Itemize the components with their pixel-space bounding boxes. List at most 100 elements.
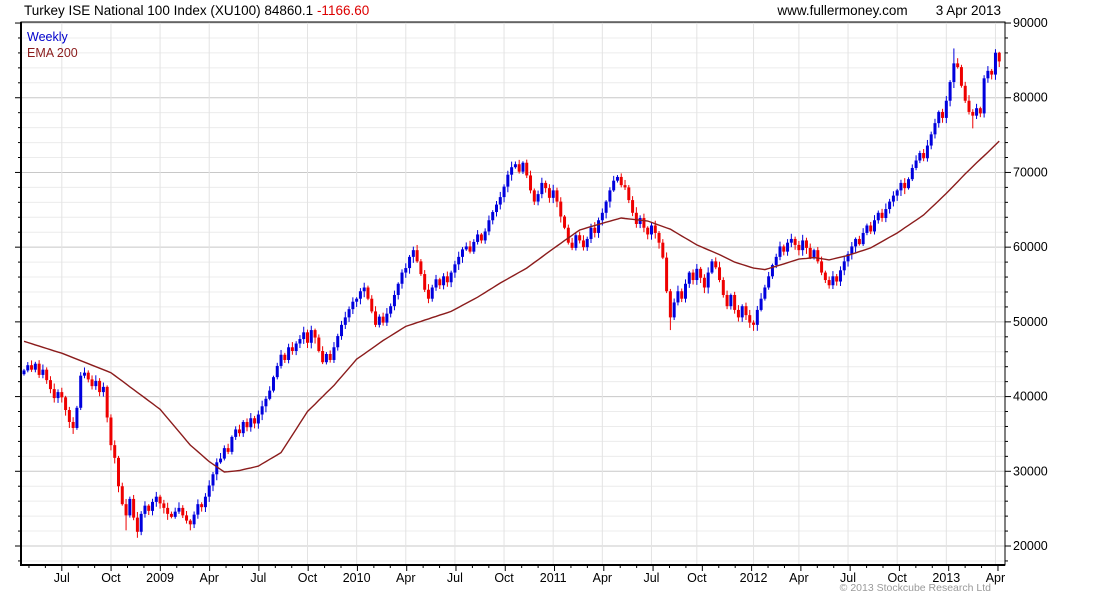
candle-up — [600, 212, 604, 221]
candle-up — [774, 256, 778, 266]
candle-up — [476, 234, 480, 242]
candle-up — [937, 111, 941, 124]
candle-up — [831, 276, 835, 286]
y-tick-label: 90000 — [1013, 16, 1048, 30]
y-tick-label: 70000 — [1013, 165, 1048, 179]
candle-down — [529, 175, 533, 191]
y-tick-label: 80000 — [1013, 91, 1048, 105]
candle-up — [460, 249, 464, 257]
candle-up — [404, 268, 408, 273]
candle-down — [468, 246, 472, 252]
candlestick-chart: 20000 30000 40000 50000 60000 70000 80000 90000… — [15, 16, 1048, 585]
candle-up — [585, 238, 589, 248]
candle-down — [668, 291, 672, 318]
legend-weekly-label: Weekly — [27, 30, 68, 44]
legend-ema-label: EMA 200 — [27, 46, 78, 60]
candle-up — [434, 279, 438, 288]
candle-up — [536, 194, 540, 202]
candle-up — [442, 276, 446, 286]
y-axis-labels: 20000 30000 40000 50000 60000 70000 80000 90000 — [1013, 16, 1048, 553]
candle-down — [646, 227, 650, 235]
candle-down — [306, 332, 309, 343]
candle-down — [381, 316, 385, 323]
candle-up — [982, 78, 986, 114]
candle-up — [842, 261, 846, 271]
candle-up — [948, 82, 952, 101]
candle-down — [67, 410, 71, 422]
candle-up — [192, 514, 196, 525]
candle-down — [642, 218, 646, 228]
candle-up — [944, 100, 948, 118]
candle-down — [253, 418, 257, 424]
candle-up — [309, 330, 313, 343]
candle-up — [861, 232, 865, 245]
candle-down — [30, 365, 34, 370]
candle-up — [952, 63, 956, 83]
candle-down — [181, 507, 185, 516]
candle-down — [317, 337, 321, 352]
candle-up — [264, 398, 268, 407]
candle-up — [589, 227, 593, 239]
y-tick-label: 30000 — [1013, 464, 1048, 478]
candle-up — [608, 190, 612, 202]
candle-down — [835, 276, 839, 282]
candle-up — [498, 197, 502, 205]
candle-up — [695, 268, 699, 281]
candle-down — [816, 250, 820, 262]
candle-down — [978, 108, 982, 114]
candle-down — [532, 190, 536, 202]
candle-up — [918, 153, 922, 161]
candle-up — [574, 235, 578, 248]
candle-up — [495, 204, 498, 213]
candle-up — [351, 301, 355, 310]
candle-up — [801, 240, 805, 251]
candle-down — [691, 272, 695, 281]
candle-up — [483, 231, 487, 241]
candle-up — [392, 294, 396, 307]
candle-up — [33, 363, 37, 370]
candle-down — [547, 188, 551, 198]
candle-up — [260, 406, 264, 415]
candle-up — [56, 392, 60, 399]
candle-up — [778, 246, 782, 257]
candle-up — [873, 220, 876, 232]
candle-down — [71, 421, 75, 428]
candle-up — [786, 242, 790, 252]
candle-up — [457, 256, 461, 265]
candle-down — [479, 234, 483, 241]
candle-up — [222, 448, 226, 459]
candle-down — [566, 227, 570, 243]
candle-up — [241, 421, 245, 434]
candle-up — [279, 354, 283, 366]
candle-up — [336, 336, 340, 348]
candle-up — [865, 225, 869, 233]
chart-legend: Weekly EMA 200 — [27, 29, 78, 61]
y-tick-label: 40000 — [1013, 390, 1048, 404]
candle-up — [521, 162, 525, 172]
candle-up — [914, 160, 918, 168]
candle-up — [907, 179, 911, 189]
candle-up — [396, 283, 400, 295]
candle-up — [513, 164, 517, 168]
candle-up — [196, 504, 200, 515]
candle-up — [41, 369, 45, 375]
candle-up — [453, 264, 457, 273]
candle-up — [177, 507, 181, 512]
candle-up — [203, 496, 207, 508]
candle-down — [185, 515, 189, 521]
candle-up — [79, 375, 83, 408]
candle-up — [986, 70, 990, 79]
candle-up — [551, 190, 555, 198]
candle-up — [925, 145, 929, 159]
candle-up — [706, 272, 710, 288]
candle-up — [604, 201, 608, 213]
candle-down — [665, 257, 669, 292]
candle-up — [710, 261, 714, 273]
candle-down — [631, 200, 635, 213]
candle-down — [657, 232, 661, 243]
y-tick-label: 60000 — [1013, 240, 1048, 254]
candle-up — [26, 365, 30, 371]
candle-down — [793, 238, 797, 245]
candle-up — [933, 123, 937, 135]
candle-down — [725, 294, 729, 307]
